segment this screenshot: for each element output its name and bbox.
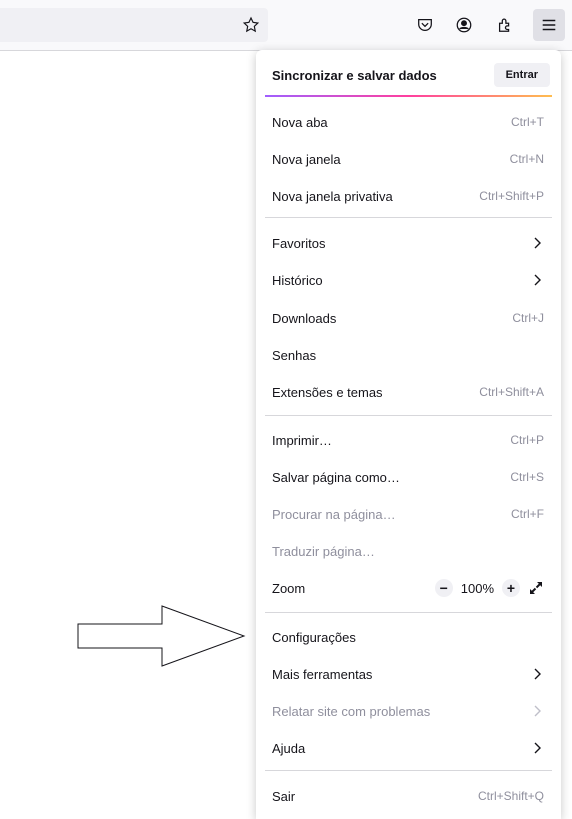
chevron-right-icon — [534, 705, 541, 717]
pocket-icon[interactable] — [414, 14, 436, 36]
print-item[interactable]: Imprimir… Ctrl+P — [264, 425, 552, 455]
quit-item[interactable]: Sair Ctrl+Shift+Q — [264, 781, 552, 811]
zoom-controls: − 100% + — [434, 579, 544, 597]
history-label: Histórico — [272, 272, 323, 288]
translate-page-item: Traduzir página… — [264, 536, 552, 566]
addons-item[interactable]: Extensões e temas Ctrl+Shift+A — [264, 377, 552, 407]
sync-section: Sincronizar e salvar dados Entrar — [272, 62, 550, 88]
new-window-item[interactable]: Nova janela Ctrl+N — [264, 144, 552, 174]
chevron-right-icon — [534, 668, 541, 680]
zoom-out-button[interactable]: − — [434, 579, 453, 597]
new-tab-shortcut: Ctrl+T — [511, 115, 544, 129]
new-tab-label: Nova aba — [272, 114, 328, 130]
downloads-label: Downloads — [272, 310, 337, 326]
more-tools-label: Mais ferramentas — [272, 666, 373, 682]
menu-separator — [265, 415, 552, 416]
bookmarks-item[interactable]: Favoritos — [264, 228, 552, 258]
menu-separator — [265, 217, 552, 218]
new-window-shortcut: Ctrl+N — [509, 152, 544, 166]
addons-shortcut: Ctrl+Shift+A — [479, 385, 544, 399]
sync-divider — [265, 95, 552, 97]
new-window-label: Nova janela — [272, 151, 341, 167]
address-bar[interactable] — [0, 8, 268, 42]
browser-toolbar — [0, 0, 572, 51]
sign-in-button[interactable]: Entrar — [493, 63, 550, 87]
more-tools-item[interactable]: Mais ferramentas — [264, 659, 552, 689]
settings-label: Configurações — [272, 629, 356, 645]
downloads-shortcut: Ctrl+J — [512, 311, 544, 325]
find-in-page-label: Procurar na página… — [272, 506, 396, 522]
quit-shortcut: Ctrl+Shift+Q — [477, 789, 544, 803]
report-site-label: Relatar site com problemas — [272, 703, 431, 719]
account-icon[interactable] — [453, 14, 475, 36]
passwords-label: Senhas — [272, 347, 317, 363]
quit-label: Sair — [272, 788, 296, 804]
print-shortcut: Ctrl+P — [510, 433, 544, 447]
menu-icon[interactable] — [533, 9, 565, 41]
new-tab-item[interactable]: Nova aba Ctrl+T — [264, 107, 552, 137]
save-page-shortcut: Ctrl+S — [510, 470, 544, 484]
settings-item[interactable]: Configurações — [264, 622, 552, 652]
print-label: Imprimir… — [272, 432, 332, 448]
fullscreen-icon[interactable] — [528, 580, 544, 596]
help-label: Ajuda — [272, 740, 306, 756]
find-in-page-shortcut: Ctrl+F — [511, 507, 544, 521]
passwords-item[interactable]: Senhas — [264, 340, 552, 370]
private-window-shortcut: Ctrl+Shift+P — [479, 189, 544, 203]
sync-title: Sincronizar e salvar dados — [272, 67, 437, 83]
bookmarks-label: Favoritos — [272, 235, 326, 251]
zoom-reset-button[interactable]: 100% — [461, 581, 494, 596]
menu-separator — [265, 770, 552, 771]
save-page-label: Salvar página como… — [272, 469, 400, 485]
history-item[interactable]: Histórico — [264, 265, 552, 295]
bookmark-star-icon[interactable] — [240, 14, 262, 36]
pointer-arrow-annotation — [77, 605, 246, 667]
chevron-right-icon — [534, 742, 541, 754]
chevron-right-icon — [534, 274, 541, 286]
help-item[interactable]: Ajuda — [264, 733, 552, 763]
extensions-icon[interactable] — [494, 14, 516, 36]
private-window-label: Nova janela privativa — [272, 188, 393, 204]
menu-separator — [265, 612, 552, 613]
downloads-item[interactable]: Downloads Ctrl+J — [264, 303, 552, 333]
private-window-item[interactable]: Nova janela privativa Ctrl+Shift+P — [264, 181, 552, 211]
find-in-page-item: Procurar na página… Ctrl+F — [264, 499, 552, 529]
save-page-item[interactable]: Salvar página como… Ctrl+S — [264, 462, 552, 492]
zoom-item: Zoom − 100% + — [264, 573, 552, 603]
app-menu-panel: Sincronizar e salvar dados Entrar Nova a… — [256, 50, 561, 819]
translate-page-label: Traduzir página… — [272, 543, 375, 559]
chevron-right-icon — [534, 237, 541, 249]
addons-label: Extensões e temas — [272, 384, 383, 400]
zoom-in-button[interactable]: + — [502, 579, 520, 597]
zoom-label: Zoom — [272, 580, 306, 596]
report-site-item: Relatar site com problemas — [264, 696, 552, 726]
